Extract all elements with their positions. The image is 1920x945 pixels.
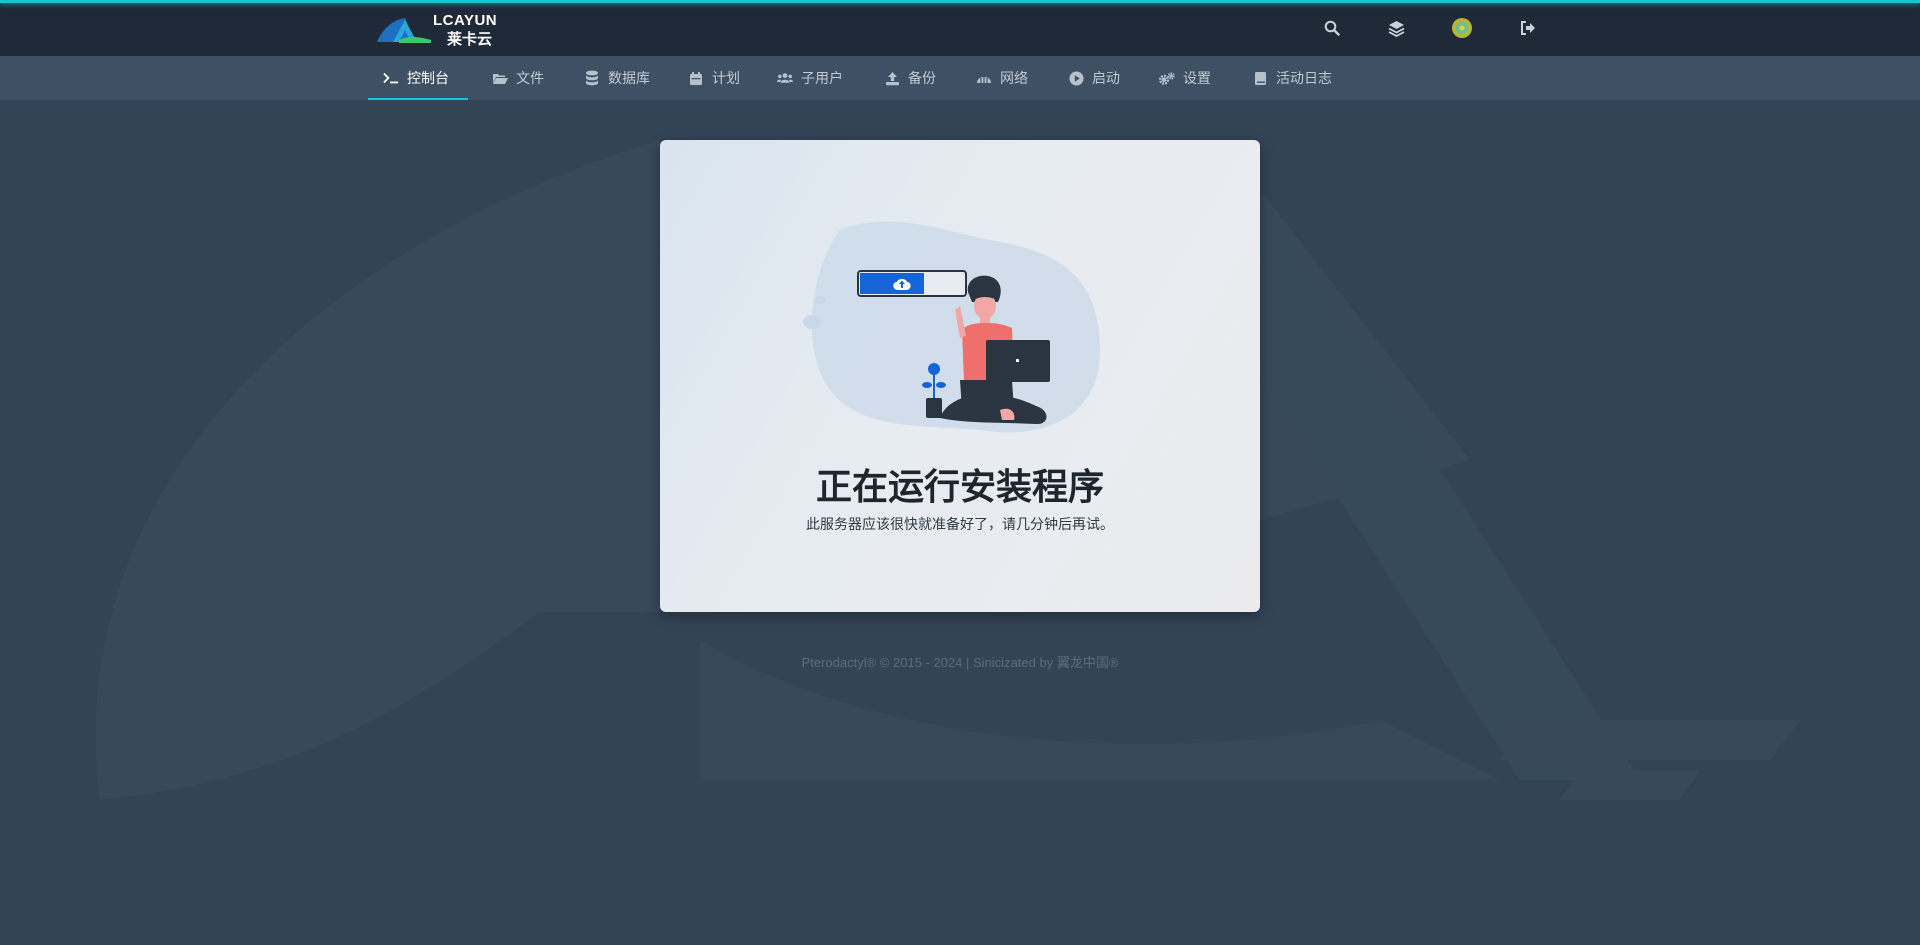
sign-out-icon[interactable] <box>1516 16 1540 40</box>
nav-label: 备份 <box>908 70 936 86</box>
nav-files[interactable]: 文件 <box>492 56 544 100</box>
nav-label: 设置 <box>1183 70 1211 86</box>
nav-databases[interactable]: 数据库 <box>584 56 650 100</box>
nav-backups[interactable]: 备份 <box>884 56 936 100</box>
footer-text: Pterodactyl® © 2015 - 2024 | Sinicizated… <box>801 655 1119 670</box>
nav-subusers[interactable]: 子用户 <box>777 56 843 100</box>
play-circle-icon <box>1068 70 1084 86</box>
avatar[interactable] <box>1450 16 1474 40</box>
logo-text: LCAYUN <box>433 12 498 29</box>
nav-label: 启动 <box>1092 70 1120 86</box>
network-icon <box>976 70 992 86</box>
terminal-icon <box>383 70 399 86</box>
logo-mark-icon <box>377 18 431 43</box>
nav-schedules[interactable]: 计划 <box>688 56 740 100</box>
installing-illustration <box>803 221 1100 433</box>
logo[interactable]: LCAYUN 莱卡云 <box>375 10 510 48</box>
server-nav: 控制台 文件 数据库 计划 子用户 备份 网络 启动 设置 活动日志 <box>0 56 1920 100</box>
install-status-card: 正在运行安装程序 此服务器应该很快就准备好了，请几分钟后再试。 <box>660 140 1260 612</box>
top-accent-line <box>0 0 1920 3</box>
folder-open-icon <box>492 70 508 86</box>
active-tab-indicator <box>368 98 468 100</box>
nav-label: 文件 <box>516 70 544 86</box>
cogs-icon <box>1159 70 1175 86</box>
nav-activity[interactable]: 活动日志 <box>1252 56 1332 100</box>
nav-label: 控制台 <box>407 70 449 86</box>
users-icon <box>777 70 793 86</box>
status-message: 此服务器应该很快就准备好了，请几分钟后再试。 <box>806 516 1114 532</box>
top-bar: LCAYUN 莱卡云 <box>0 0 1920 56</box>
nav-label: 计划 <box>712 70 740 86</box>
nav-startup[interactable]: 启动 <box>1068 56 1120 100</box>
book-icon <box>1252 70 1268 86</box>
nav-label: 网络 <box>1000 70 1028 86</box>
nav-settings[interactable]: 设置 <box>1159 56 1211 100</box>
nav-label: 子用户 <box>801 70 843 86</box>
database-icon <box>584 70 600 86</box>
nav-label: 数据库 <box>608 70 650 86</box>
logo-cn: 莱卡云 <box>447 31 493 48</box>
search-icon[interactable] <box>1320 16 1344 40</box>
calendar-icon <box>688 70 704 86</box>
layers-icon[interactable] <box>1384 16 1408 40</box>
page-title: 正在运行安装程序 <box>815 466 1104 507</box>
nav-network[interactable]: 网络 <box>976 56 1028 100</box>
nav-console[interactable]: 控制台 <box>383 56 449 100</box>
upload-icon <box>884 70 900 86</box>
nav-label: 活动日志 <box>1276 70 1332 86</box>
